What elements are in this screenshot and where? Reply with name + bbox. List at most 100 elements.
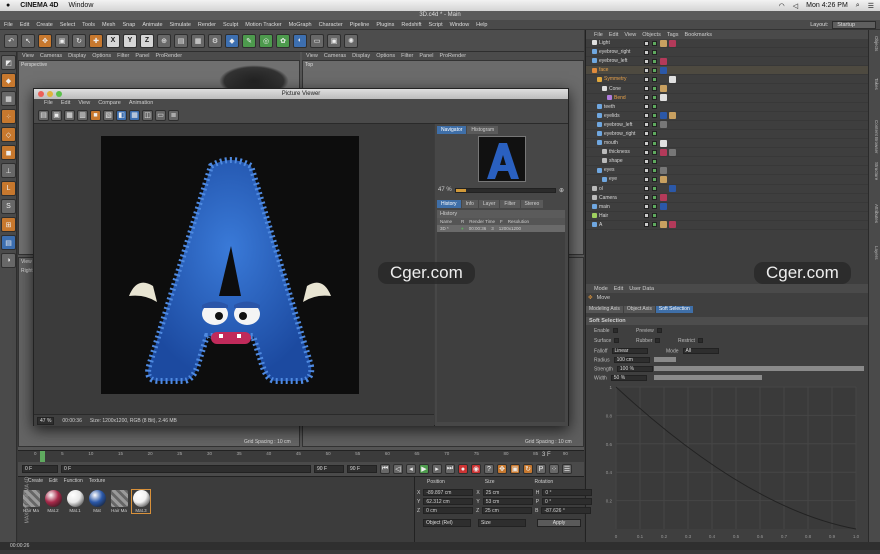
menu-help[interactable]: Help: [476, 22, 487, 28]
visibility-toggle[interactable]: [644, 149, 649, 155]
attr-enable[interactable]: Enable: [594, 328, 618, 334]
object-row[interactable]: Bend: [586, 94, 868, 103]
enable-check[interactable]: [652, 204, 657, 210]
enable-check[interactable]: [652, 213, 657, 219]
pv-menu-compare[interactable]: Compare: [98, 100, 121, 106]
object-row[interactable]: Symmetry: [586, 75, 868, 85]
visibility-toggle[interactable]: [644, 58, 649, 64]
om-menu-objects[interactable]: Objects: [642, 32, 661, 38]
om-menu-view[interactable]: View: [624, 32, 636, 38]
rotation-field[interactable]: -87.626 °: [541, 507, 592, 514]
menu-animate[interactable]: Animate: [142, 22, 162, 28]
zoom-button[interactable]: [56, 91, 62, 97]
attr-mode[interactable]: Mode All: [666, 348, 719, 354]
tab-stereo[interactable]: Stereo: [520, 200, 544, 208]
enable-check[interactable]: [652, 131, 657, 137]
material-tag[interactable]: [660, 85, 667, 93]
size-mode-dropdown[interactable]: Size: [478, 519, 526, 527]
history-col-name[interactable]: Name: [440, 219, 456, 224]
render-region-icon[interactable]: ▧: [103, 109, 114, 121]
viewport-menu-prorender[interactable]: ProRender: [439, 53, 466, 59]
viewport-menu-display[interactable]: Display: [352, 53, 370, 59]
navigator-thumbnail[interactable]: [478, 136, 526, 182]
viewport-menu-options[interactable]: Options: [92, 53, 111, 59]
object-row[interactable]: face: [586, 66, 868, 76]
render-picture-viewer-icon[interactable]: ▦: [191, 33, 205, 48]
checkbox[interactable]: [655, 338, 661, 344]
history-col-f[interactable]: F: [500, 219, 503, 224]
menu-edit[interactable]: Edit: [20, 22, 29, 28]
history-row[interactable]: 3D * ● 00:00:36 3 1200x1200: [437, 225, 565, 232]
viewport-menu-panel[interactable]: Panel: [419, 53, 433, 59]
move-icon[interactable]: ✥: [38, 33, 52, 48]
material-tag[interactable]: [660, 148, 667, 156]
enable-check[interactable]: [652, 40, 657, 46]
enable-check[interactable]: [652, 149, 657, 155]
apply-button[interactable]: Apply: [537, 519, 581, 527]
om-menu-edit[interactable]: Edit: [609, 32, 618, 38]
fit-icon[interactable]: ▦: [64, 109, 75, 121]
render-settings-icon[interactable]: ⚙: [208, 33, 222, 48]
nav-zoom-slider[interactable]: [454, 187, 556, 193]
visibility-toggle[interactable]: [644, 213, 649, 219]
menu-plugins[interactable]: Plugins: [376, 22, 394, 28]
viewport-menu-display[interactable]: Display: [68, 53, 86, 59]
coord-system-icon[interactable]: ⊕: [157, 33, 171, 48]
material-swatch[interactable]: Mat.1: [66, 490, 84, 513]
visibility-toggle[interactable]: [644, 49, 649, 55]
camera-icon[interactable]: ▣: [327, 33, 341, 48]
visibility-toggle[interactable]: [644, 222, 649, 228]
pv-menu-view[interactable]: View: [78, 100, 90, 106]
material-tag[interactable]: [669, 221, 676, 229]
light-icon[interactable]: ✺: [344, 33, 358, 48]
picture-canvas[interactable]: [34, 124, 434, 414]
key-rotate-icon[interactable]: ↻: [523, 464, 533, 474]
visibility-toggle[interactable]: [644, 95, 649, 101]
material-tag[interactable]: [660, 66, 667, 74]
viewport-menu-cameras[interactable]: Cameras: [324, 53, 346, 59]
tab-histogram[interactable]: Histogram: [467, 126, 499, 134]
material-tag[interactable]: [669, 148, 676, 156]
viewport-menu-view[interactable]: View: [22, 53, 34, 59]
texture-mode-icon[interactable]: ▦: [1, 91, 16, 106]
search-icon[interactable]: ⌕: [856, 2, 860, 10]
object-row[interactable]: main: [586, 203, 868, 212]
material-tag[interactable]: [660, 139, 667, 147]
pv-menu-file[interactable]: File: [44, 100, 53, 106]
side-tab-attributes[interactable]: Attributes: [874, 204, 879, 223]
attr-restrict[interactable]: Restrict: [678, 338, 703, 344]
rotation-field[interactable]: 0 °: [542, 489, 593, 496]
material-tag[interactable]: [660, 175, 667, 183]
keyframe-selection-icon[interactable]: ?: [484, 464, 494, 474]
side-tab-content-browser[interactable]: Content Browser: [874, 120, 879, 154]
first-frame-icon[interactable]: ⏮: [380, 464, 390, 474]
size-field[interactable]: 53 cm: [482, 498, 533, 505]
attr-value[interactable]: All: [682, 348, 719, 354]
visibility-toggle[interactable]: [644, 122, 649, 128]
material-tag[interactable]: [660, 39, 667, 47]
minimize-button[interactable]: [47, 91, 53, 97]
ab-compare-icon[interactable]: ◧: [116, 109, 127, 121]
object-row[interactable]: eyelids: [586, 112, 868, 121]
checkbox[interactable]: [697, 338, 703, 344]
side-tab-takes[interactable]: Takes: [874, 78, 879, 90]
om-menu-tags[interactable]: Tags: [667, 32, 679, 38]
deformer-icon[interactable]: ◐: [293, 33, 307, 48]
tab-modeling-axis[interactable]: Modeling Axis: [586, 306, 623, 313]
am-menu-user-data[interactable]: User Data: [629, 286, 654, 292]
undo-icon[interactable]: ↶: [4, 33, 18, 48]
visibility-toggle[interactable]: [644, 167, 649, 173]
menu-file[interactable]: File: [4, 22, 13, 28]
side-tab-layers[interactable]: Layers: [874, 246, 879, 260]
viewport-menu-cameras[interactable]: Cameras: [40, 53, 62, 59]
coord-mode-dropdown[interactable]: Object (Rel): [423, 519, 471, 527]
picture-viewer-window[interactable]: Picture Viewer File Edit View Compare Animat…: [33, 88, 569, 426]
snap-icon[interactable]: S: [1, 199, 16, 214]
key-scale-icon[interactable]: ▣: [510, 464, 520, 474]
x-axis-button[interactable]: X: [106, 33, 120, 48]
visibility-toggle[interactable]: [644, 131, 649, 137]
position-field[interactable]: -89.897 cm: [423, 489, 474, 496]
menu-select[interactable]: Select: [60, 22, 75, 28]
viewport-menu-filter[interactable]: Filter: [401, 53, 413, 59]
menu-character[interactable]: Character: [319, 22, 343, 28]
